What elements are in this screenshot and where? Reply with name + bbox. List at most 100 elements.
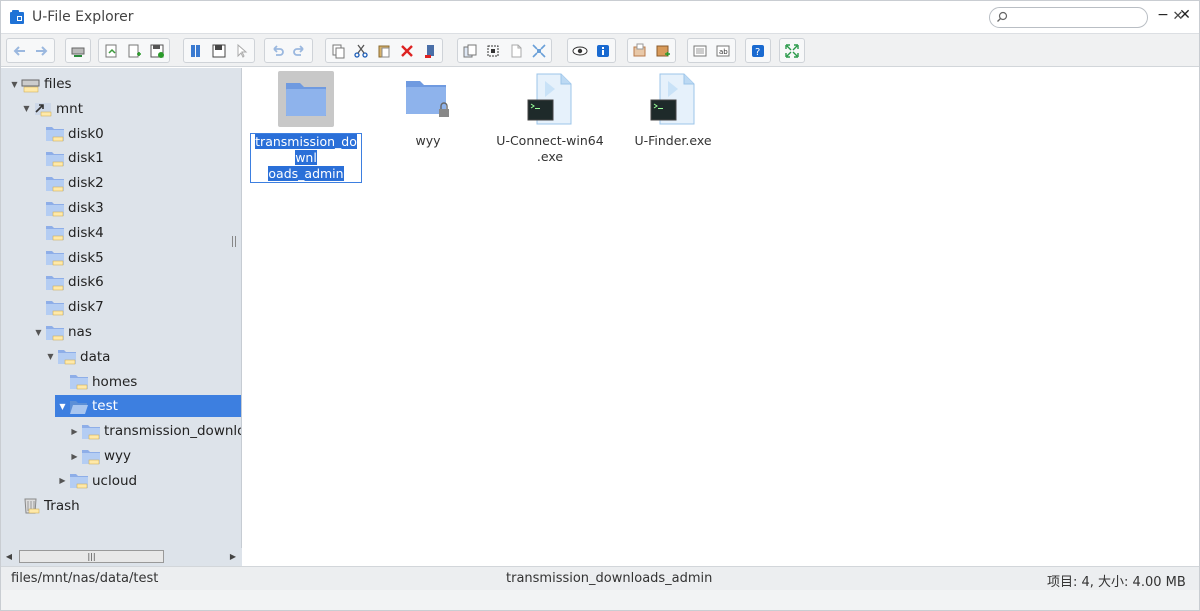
file-item-exe[interactable]: U-Connect-win64 .exe — [490, 71, 610, 165]
book-icon — [191, 45, 200, 57]
tree-item-homes[interactable]: homes — [57, 371, 137, 393]
folder-icon — [45, 125, 65, 142]
tree-item-trash[interactable]: Trash — [9, 495, 80, 517]
forward-button[interactable] — [31, 40, 53, 62]
floppy-button[interactable] — [208, 40, 230, 62]
open-button[interactable] — [100, 40, 122, 62]
help-button[interactable]: ? — [747, 40, 769, 62]
tree-item-mnt[interactable]: ▼ mnt — [21, 98, 83, 120]
archive-button[interactable] — [652, 40, 674, 62]
folder-icon — [45, 299, 65, 316]
tree-item-disk3[interactable]: disk3 — [33, 197, 104, 219]
expand-toggle-icon[interactable]: ▼ — [21, 103, 32, 114]
file-explorer-window: U-File Explorer − ✕ ab? ✕ ▼ files ▼ mnt disk… — [0, 0, 1200, 611]
search-box[interactable] — [989, 7, 1148, 28]
tree-item-disk0[interactable]: disk0 — [33, 123, 104, 145]
drive-button[interactable] — [67, 40, 89, 62]
save-button[interactable] — [146, 40, 168, 62]
scroll-right-icon[interactable]: ▶ — [228, 552, 238, 562]
tree-item-disk4[interactable]: disk4 — [33, 222, 104, 244]
collapse-toggle-icon[interactable]: ▶ — [57, 475, 68, 486]
collapse-toggle-icon[interactable]: ▶ — [69, 451, 80, 462]
back-button[interactable] — [8, 40, 30, 62]
new-file-icon — [128, 44, 141, 58]
file-item-folder[interactable]: transmission_downl oads_admin — [246, 71, 366, 183]
tree-item-data[interactable]: ▼ data — [45, 346, 110, 368]
duplicate-button[interactable] — [459, 40, 481, 62]
tree-horizontal-scrollbar[interactable]: ◀ ||| ▶ — [1, 548, 242, 566]
copy-button[interactable] — [327, 40, 349, 62]
tree-item-disk1[interactable]: disk1 — [33, 147, 104, 169]
resize-button[interactable] — [528, 40, 550, 62]
scroll-left-icon[interactable]: ◀ — [4, 552, 14, 562]
file-item-exe[interactable]: U-Finder.exe — [613, 71, 733, 149]
file-item-folder[interactable]: wyy — [368, 71, 488, 149]
file-item-label[interactable]: transmission_downl oads_admin — [250, 133, 362, 183]
search-clear-icon[interactable]: ✕ — [1171, 10, 1185, 24]
folder-icon — [45, 224, 65, 241]
folder-icon — [45, 274, 65, 291]
new-doc-button[interactable] — [505, 40, 527, 62]
toolbar-group — [457, 38, 552, 63]
toolbar-group — [264, 38, 313, 63]
collapse-toggle-icon[interactable]: ▶ — [69, 426, 80, 437]
search-icon — [997, 11, 1008, 22]
delete-icon — [401, 45, 413, 57]
tree-item-disk2[interactable]: disk2 — [33, 172, 104, 194]
cut-icon — [354, 44, 368, 58]
rename-button[interactable]: ab — [712, 40, 734, 62]
rename-icon: ab — [716, 45, 730, 57]
select-all-button[interactable] — [482, 40, 504, 62]
tree-item-label: nas — [68, 324, 92, 340]
toolbar-group — [6, 38, 55, 63]
minimize-icon[interactable]: − — [1155, 7, 1171, 23]
paste-button[interactable] — [373, 40, 395, 62]
delete-button[interactable] — [396, 40, 418, 62]
view-button[interactable] — [569, 40, 591, 62]
expand-toggle-icon[interactable]: ▼ — [33, 327, 44, 338]
folder-icon — [81, 448, 101, 465]
tree-item-disk5[interactable]: disk5 — [33, 247, 104, 269]
folder-icon — [45, 200, 65, 217]
undo-icon — [273, 45, 284, 56]
toolbar-group — [627, 38, 676, 63]
expand-toggle-icon[interactable]: ▼ — [45, 351, 56, 362]
sidebar-resize-handle[interactable] — [232, 236, 236, 247]
search-input[interactable] — [1010, 10, 1140, 25]
scrollbar-thumb[interactable]: ||| — [19, 550, 164, 563]
toolbar-group — [567, 38, 616, 63]
redo-button[interactable] — [289, 40, 311, 62]
tree-item-transmission-downloads-admin[interactable]: ▶ transmission_downloads_admin — [69, 420, 241, 442]
toolbar: ab? — [1, 33, 1199, 67]
rm-button[interactable] — [419, 40, 441, 62]
book-button[interactable] — [185, 40, 207, 62]
tree-item-label: mnt — [56, 100, 83, 117]
tree-item-label: disk7 — [68, 299, 104, 316]
list-view-button[interactable] — [689, 40, 711, 62]
tree-item-files[interactable]: ▼ files — [9, 73, 71, 95]
folder-icon — [278, 71, 334, 127]
select-button[interactable] — [231, 40, 253, 62]
tree-item-disk6[interactable]: disk6 — [33, 271, 104, 293]
tree-item-disk7[interactable]: disk7 — [33, 296, 104, 318]
fullscreen-button[interactable] — [781, 40, 803, 62]
tree-item-test[interactable]: ▼ test — [55, 395, 241, 418]
toolbar-group — [98, 38, 170, 63]
extract-button[interactable] — [629, 40, 651, 62]
tree-item-label: disk3 — [68, 200, 104, 216]
info-button[interactable] — [592, 40, 614, 62]
tree-item-wyy[interactable]: ▶ wyy — [69, 445, 131, 467]
tree-item-nas[interactable]: ▼ nas — [33, 321, 92, 343]
tree-item-ucloud[interactable]: ▶ ucloud — [57, 470, 137, 492]
new-file-button[interactable] — [123, 40, 145, 62]
cut-button[interactable] — [350, 40, 372, 62]
expand-toggle-icon[interactable]: ▼ — [9, 79, 20, 90]
folder-icon — [81, 423, 101, 440]
folder-tree: ▼ files ▼ mnt disk0 disk1 disk2 disk3 disk4 disk5… — [1, 68, 242, 566]
select-icon — [237, 43, 248, 58]
undo-button[interactable] — [266, 40, 288, 62]
expand-toggle-icon[interactable]: ▼ — [57, 401, 68, 412]
